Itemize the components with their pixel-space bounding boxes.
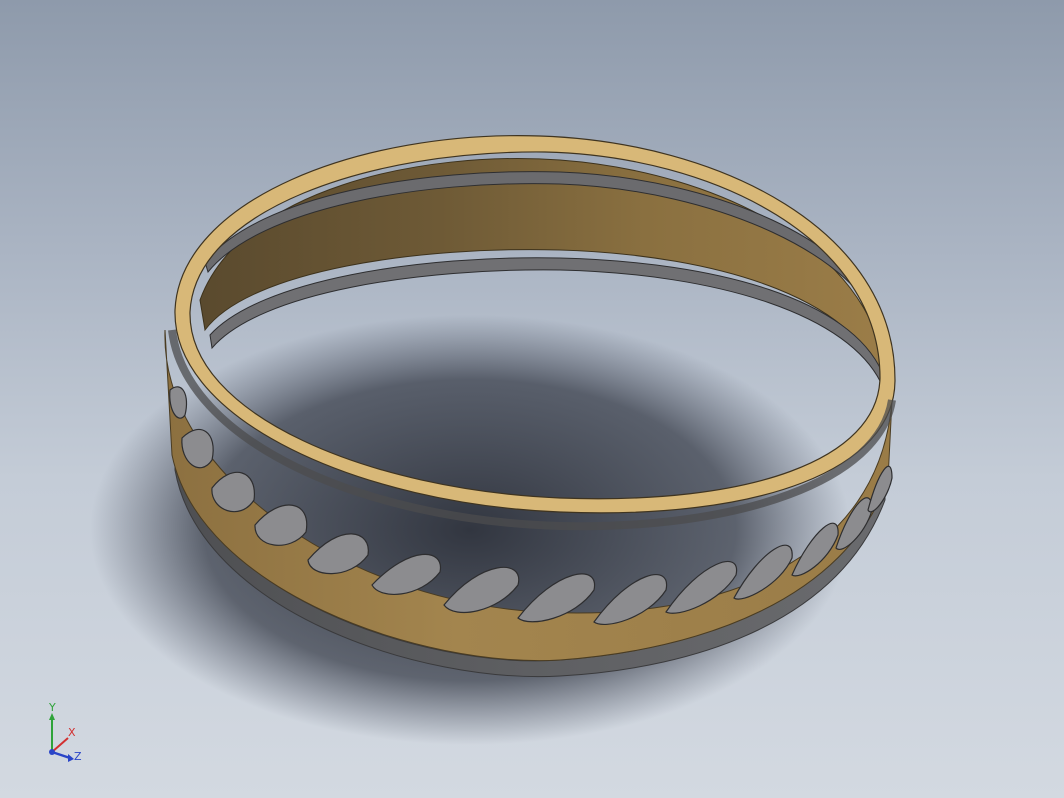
x-axis-label: X: [68, 726, 76, 739]
y-axis-arrow: [49, 713, 55, 720]
x-axis-line: [51, 737, 69, 753]
y-axis-label: Y: [48, 701, 56, 714]
triad-origin: [49, 749, 55, 755]
model-viewport[interactable]: [0, 0, 1064, 798]
z-axis-label: Z: [74, 750, 82, 763]
coordinate-triad: Y X Z: [40, 700, 90, 770]
